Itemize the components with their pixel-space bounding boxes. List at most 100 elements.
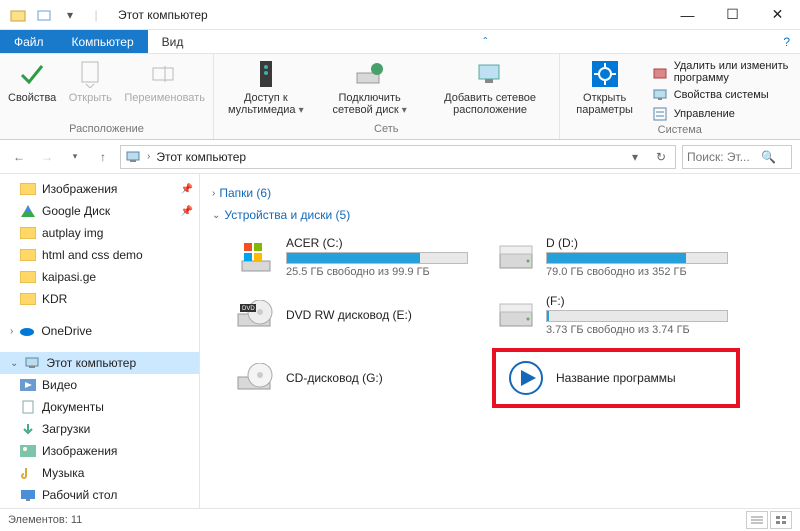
- minimize-button[interactable]: —: [665, 0, 710, 30]
- search-input[interactable]: [687, 150, 757, 164]
- win-icon: [236, 237, 276, 277]
- devices-section-header[interactable]: ⌄Устройства и диски (5): [212, 204, 788, 226]
- chevron-right-icon[interactable]: ›: [10, 326, 13, 337]
- sidebar-item-pictures[interactable]: Изображения📌: [0, 178, 199, 200]
- folder-icon: [20, 269, 36, 285]
- sidebar-item-folder[interactable]: KDR: [0, 288, 199, 310]
- address-dropdown-icon[interactable]: ▾: [625, 150, 645, 164]
- nav-forward-button[interactable]: →: [36, 146, 58, 168]
- group-network-label: Сеть: [222, 121, 551, 137]
- drive-usage-bar: [546, 310, 728, 322]
- view-details-button[interactable]: [746, 511, 768, 529]
- folder-icon: [20, 225, 36, 241]
- open-button[interactable]: Открыть: [66, 58, 114, 104]
- netlocation-icon: [474, 58, 506, 90]
- sidebar-item-folder[interactable]: autplay img: [0, 222, 199, 244]
- maximize-button[interactable]: ☐: [710, 0, 755, 30]
- hdd-icon: [496, 237, 536, 277]
- folder-icon: [20, 247, 36, 263]
- breadcrumb[interactable]: Этот компьютер: [156, 150, 246, 164]
- cd-icon: [236, 358, 276, 398]
- sidebar-item-videos[interactable]: Видео: [0, 374, 199, 396]
- uninstall-icon: [652, 64, 668, 80]
- nav-back-button[interactable]: ←: [8, 146, 30, 168]
- tab-view[interactable]: Вид: [148, 30, 198, 53]
- tab-file[interactable]: Файл: [0, 30, 58, 53]
- chevron-right-icon[interactable]: ›: [147, 151, 150, 162]
- rename-button[interactable]: Переименовать: [124, 58, 205, 104]
- title-bar: ▾ | Этот компьютер — ☐ ✕: [0, 0, 800, 30]
- ribbon-help-icon[interactable]: ?: [773, 30, 800, 53]
- media-access-button[interactable]: Доступ к мультимедиа ▾: [222, 58, 310, 116]
- manage-icon: [652, 106, 668, 122]
- drive-free-text: 25.5 ГБ свободно из 99.9 ГБ: [286, 266, 468, 278]
- close-button[interactable]: ✕: [755, 0, 800, 30]
- content-pane: ›Папки (6) ⌄Устройства и диски (5) ACER …: [200, 174, 800, 508]
- folders-section-header[interactable]: ›Папки (6): [212, 182, 788, 204]
- sidebar-item-folder[interactable]: html and css demo: [0, 244, 199, 266]
- svg-text:DVD: DVD: [242, 306, 255, 312]
- ribbon-tabs: Файл Компьютер Вид ˆ ?: [0, 30, 800, 54]
- sidebar-item-desktop[interactable]: Рабочий стол: [0, 484, 199, 506]
- drive-item[interactable]: ACER (C:)25.5 ГБ свободно из 99.9 ГБ: [232, 232, 472, 282]
- netdrive-icon: [354, 58, 386, 90]
- window-title: Этот компьютер: [114, 8, 665, 22]
- drive-item[interactable]: (F:)3.73 ГБ свободно из 3.74 ГБ: [492, 290, 732, 340]
- pc-icon: [24, 355, 40, 371]
- ribbon: Свойства Открыть Переименовать Расположе…: [0, 54, 800, 140]
- uninstall-program-link[interactable]: Удалить или изменить программу: [652, 60, 792, 84]
- open-settings-button[interactable]: Открыть параметры: [568, 58, 642, 116]
- search-box[interactable]: 🔍: [682, 145, 792, 169]
- drive-name: CD-дисковод (G:): [286, 371, 468, 385]
- map-netdrive-button[interactable]: Подключить сетевой диск ▾: [320, 58, 420, 116]
- sidebar-item-folder[interactable]: kaipasi.ge: [0, 266, 199, 288]
- drive-usage-bar: [286, 252, 468, 264]
- gdrive-icon: [20, 203, 36, 219]
- drive-free-text: 3.73 ГБ свободно из 3.74 ГБ: [546, 324, 728, 336]
- sidebar-item-thispc[interactable]: ⌄Этот компьютер: [0, 352, 199, 374]
- folder-icon: [20, 291, 36, 307]
- refresh-icon[interactable]: ↻: [651, 150, 671, 164]
- onedrive-icon: [19, 323, 35, 339]
- rename-icon: [149, 58, 181, 90]
- chevron-right-icon: ›: [212, 188, 215, 199]
- sidebar-item-onedrive[interactable]: ›OneDrive: [0, 320, 199, 342]
- qat-folder-icon[interactable]: [34, 5, 54, 25]
- manage-link[interactable]: Управление: [652, 106, 792, 122]
- sidebar-item-music[interactable]: Музыка: [0, 462, 199, 484]
- drive-item[interactable]: DVD DVD RW дисковод (E:): [232, 290, 472, 340]
- qat-dropdown-icon[interactable]: ▾: [60, 5, 80, 25]
- address-bar[interactable]: › Этот компьютер ▾ ↻: [120, 145, 676, 169]
- group-system-label: Система: [568, 122, 792, 138]
- chevron-down-icon: ⌄: [212, 210, 220, 221]
- view-icons-button[interactable]: [770, 511, 792, 529]
- sidebar-item-pictures-lib[interactable]: Изображения: [0, 440, 199, 462]
- nav-bar: ← → ▾ ↑ › Этот компьютер ▾ ↻ 🔍: [0, 140, 800, 174]
- sidebar-item-documents[interactable]: Документы: [0, 396, 199, 418]
- ribbon-collapse-icon[interactable]: ˆ: [473, 30, 497, 53]
- drive-item[interactable]: CD-дисковод (G:): [232, 348, 472, 408]
- system-props-link[interactable]: Свойства системы: [652, 87, 792, 103]
- drive-item[interactable]: Название программы: [492, 348, 740, 408]
- drive-name: DVD RW дисковод (E:): [286, 308, 468, 322]
- document-icon: [20, 399, 36, 415]
- pin-icon: 📌: [181, 184, 193, 195]
- chevron-down-icon[interactable]: ⌄: [10, 358, 18, 369]
- search-icon[interactable]: 🔍: [761, 150, 776, 164]
- nav-recent-dropdown[interactable]: ▾: [64, 146, 86, 168]
- drive-name: D (D:): [546, 236, 728, 250]
- add-netlocation-button[interactable]: Добавить сетевое расположение: [430, 58, 551, 116]
- sidebar-item-downloads[interactable]: Загрузки: [0, 418, 199, 440]
- drive-free-text: 79.0 ГБ свободно из 352 ГБ: [546, 266, 728, 278]
- desktop-icon: [20, 487, 36, 503]
- drive-item[interactable]: D (D:) 79.0 ГБ свободно из 352 ГБ: [492, 232, 732, 282]
- sidebar[interactable]: Изображения📌 Google Диск📌 autplay img ht…: [0, 174, 200, 508]
- gear-icon: [589, 58, 621, 90]
- nav-up-button[interactable]: ↑: [92, 146, 114, 168]
- qat-separator: |: [86, 5, 106, 25]
- sidebar-item-gdrive[interactable]: Google Диск📌: [0, 200, 199, 222]
- download-icon: [20, 421, 36, 437]
- properties-button[interactable]: Свойства: [8, 58, 56, 104]
- tab-computer[interactable]: Компьютер: [58, 30, 148, 53]
- checkmark-icon: [16, 58, 48, 90]
